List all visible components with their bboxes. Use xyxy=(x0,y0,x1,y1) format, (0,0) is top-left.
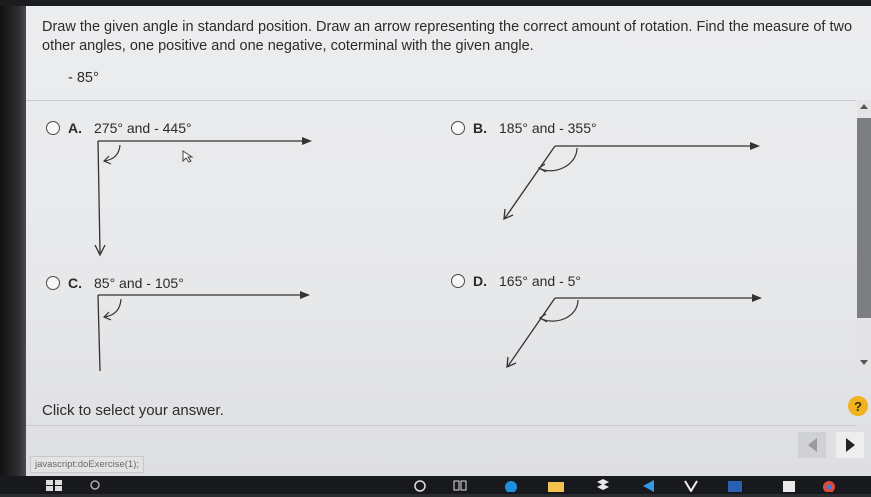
option-a-label: 275° and - 445° xyxy=(94,120,192,136)
search-box[interactable] xyxy=(88,478,228,492)
chevron-left-icon xyxy=(807,438,817,452)
terminal-side xyxy=(97,294,101,372)
option-d-diagram xyxy=(506,294,762,369)
scroll-thumb[interactable] xyxy=(857,118,871,318)
option-c-diagram xyxy=(97,291,310,372)
terminal-side xyxy=(504,145,556,219)
word-icon[interactable] xyxy=(726,478,744,492)
initial-side-arrowhead xyxy=(300,291,310,299)
edge-icon[interactable] xyxy=(502,478,520,493)
rotation-arrow xyxy=(538,147,578,172)
mouse-cursor-icon xyxy=(182,150,194,163)
option-a[interactable]: A. 275° and - 445° xyxy=(46,120,192,136)
instruction-text: Click to select your answer. xyxy=(42,402,224,419)
divider xyxy=(26,100,856,101)
vpn-icon[interactable] xyxy=(682,478,700,493)
rotation-arrowhead xyxy=(537,163,547,173)
rotation-arrowhead xyxy=(538,313,548,323)
start-icon[interactable] xyxy=(44,478,64,492)
cortana-icon[interactable] xyxy=(412,478,428,492)
app2-icon[interactable] xyxy=(780,478,798,492)
monitor-bezel xyxy=(0,0,26,494)
option-a-diagram xyxy=(94,137,312,257)
radio-button-c[interactable] xyxy=(46,276,60,290)
initial-side-arrowhead xyxy=(750,142,760,150)
radio-button-d[interactable] xyxy=(451,274,465,288)
app-icon[interactable] xyxy=(640,478,658,492)
option-b-label: 185° and - 355° xyxy=(499,120,597,136)
chrome-icon[interactable] xyxy=(820,478,838,493)
help-button[interactable]: ? xyxy=(848,396,868,416)
windows-taskbar xyxy=(0,476,871,494)
question-text: Draw the given angle in standard positio… xyxy=(42,19,853,54)
taskview-icon[interactable] xyxy=(452,478,468,492)
given-angle: - 85° xyxy=(68,70,99,86)
dropbox-icon[interactable] xyxy=(594,478,612,492)
option-c-letter: C. xyxy=(68,275,82,291)
previous-button[interactable] xyxy=(798,432,826,458)
option-d-letter: D. xyxy=(473,273,487,289)
scroll-up-arrow-icon[interactable] xyxy=(860,104,868,109)
monitor-bezel-top xyxy=(0,0,871,6)
radio-button-b[interactable] xyxy=(451,121,465,135)
radio-button-a[interactable] xyxy=(46,121,60,135)
option-d-label: 165° and - 5° xyxy=(499,273,582,289)
option-b-diagram xyxy=(503,142,760,221)
scroll-down-arrow-icon[interactable] xyxy=(860,360,868,365)
scrollbar[interactable] xyxy=(857,100,871,370)
file-explorer-icon[interactable] xyxy=(546,478,566,492)
option-d[interactable]: D. 165° and - 5° xyxy=(451,273,581,289)
chevron-right-icon xyxy=(845,438,855,452)
initial-side-arrowhead xyxy=(752,294,762,302)
option-b[interactable]: B. 185° and - 355° xyxy=(451,120,597,136)
search-icon xyxy=(90,480,100,490)
divider xyxy=(26,425,856,426)
initial-side-arrowhead xyxy=(302,137,312,145)
next-button[interactable] xyxy=(836,432,864,458)
option-b-letter: B. xyxy=(473,120,487,136)
status-bar-text: javascript:doExercise(1); xyxy=(30,456,145,473)
terminal-side xyxy=(97,140,101,254)
terminal-side xyxy=(507,297,556,367)
option-a-letter: A. xyxy=(68,120,82,136)
